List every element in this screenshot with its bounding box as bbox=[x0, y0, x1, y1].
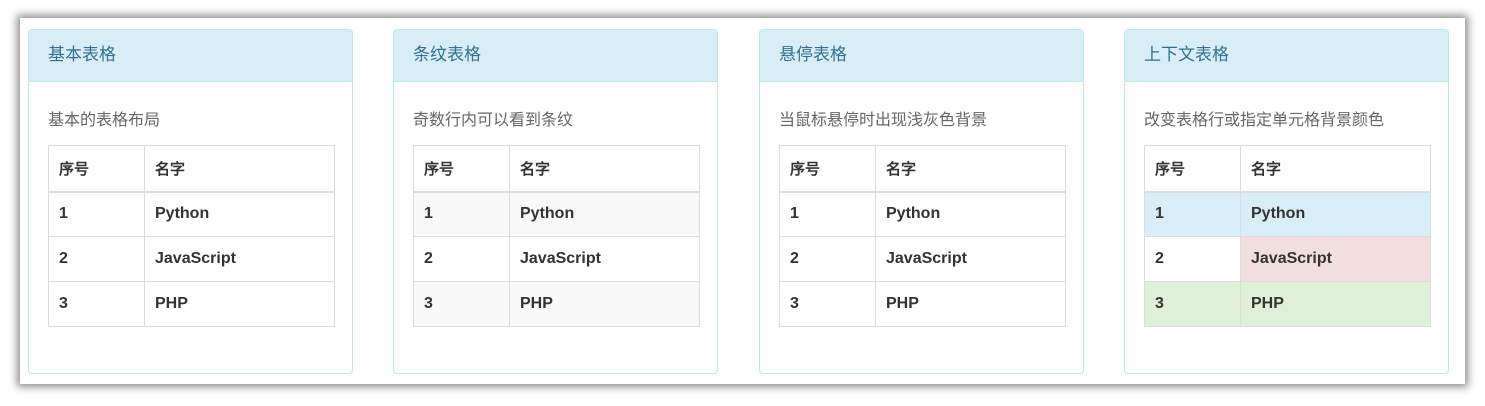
table-row[interactable]: 3 PHP bbox=[779, 281, 1066, 327]
cell-name: PHP bbox=[509, 281, 700, 327]
column-header-index: 序号 bbox=[413, 145, 510, 193]
data-table: 序号 名字 1 Python 2 JavaScript 3 PHP bbox=[48, 145, 335, 327]
cell-name: PHP bbox=[875, 281, 1066, 327]
column-header-index: 序号 bbox=[779, 145, 876, 193]
column-header-index: 序号 bbox=[1144, 145, 1241, 193]
column-header-name: 名字 bbox=[144, 145, 335, 193]
panel-title: 上下文表格 bbox=[1125, 30, 1448, 82]
cell-index: 2 bbox=[1144, 236, 1241, 282]
cell-index: 3 bbox=[48, 281, 145, 327]
table-header-row: 序号 名字 bbox=[413, 145, 700, 193]
table-header-row: 序号 名字 bbox=[1144, 145, 1431, 193]
cell-name-danger: JavaScript bbox=[1240, 236, 1431, 282]
column-header-name: 名字 bbox=[509, 145, 700, 193]
cell-index: 2 bbox=[779, 236, 876, 282]
cell-name: JavaScript bbox=[875, 236, 1066, 282]
panel-title: 条纹表格 bbox=[394, 30, 717, 82]
cell-name: JavaScript bbox=[509, 236, 700, 282]
cell-index: 1 bbox=[779, 191, 876, 237]
cell-index: 2 bbox=[48, 236, 145, 282]
table-row: 3 PHP bbox=[413, 281, 700, 327]
column-header-index: 序号 bbox=[48, 145, 145, 193]
panel-description: 基本的表格布局 bbox=[48, 110, 161, 129]
cell-index: 1 bbox=[413, 191, 510, 237]
panel-title: 基本表格 bbox=[29, 30, 352, 82]
cell-index: 2 bbox=[413, 236, 510, 282]
table-row: 2 JavaScript bbox=[413, 236, 700, 282]
panel-basic-table: 基本表格 基本的表格布局 序号 名字 1 Python 2 JavaScript… bbox=[28, 29, 353, 374]
table-row: 2 JavaScript bbox=[1144, 236, 1431, 282]
cell-name: Python bbox=[509, 191, 700, 237]
table-header-row: 序号 名字 bbox=[48, 145, 335, 193]
cell-name: Python bbox=[875, 191, 1066, 237]
table-row: 2 JavaScript bbox=[48, 236, 335, 282]
cell-index: 3 bbox=[413, 281, 510, 327]
table-row[interactable]: 1 Python bbox=[779, 191, 1066, 237]
cell-name: PHP bbox=[1240, 281, 1431, 327]
panel-description: 改变表格行或指定单元格背景颜色 bbox=[1144, 110, 1385, 129]
table-row-info: 1 Python bbox=[1144, 191, 1431, 237]
cell-name: PHP bbox=[144, 281, 335, 327]
panel-contextual-table: 上下文表格 改变表格行或指定单元格背景颜色 序号 名字 1 Python 2 J… bbox=[1124, 29, 1449, 374]
cell-index: 1 bbox=[48, 191, 145, 237]
table-row: 1 Python bbox=[413, 191, 700, 237]
table-header-row: 序号 名字 bbox=[779, 145, 1066, 193]
cell-name: Python bbox=[144, 191, 335, 237]
column-header-name: 名字 bbox=[875, 145, 1066, 193]
panel-description: 奇数行内可以看到条纹 bbox=[413, 110, 574, 129]
cell-index: 3 bbox=[1144, 281, 1241, 327]
cell-name: Python bbox=[1240, 191, 1431, 237]
cell-name: JavaScript bbox=[144, 236, 335, 282]
panel-title: 悬停表格 bbox=[760, 30, 1083, 82]
cell-index: 1 bbox=[1144, 191, 1241, 237]
cell-index: 3 bbox=[779, 281, 876, 327]
data-table: 序号 名字 1 Python 2 JavaScript 3 PHP bbox=[1144, 145, 1431, 327]
column-header-name: 名字 bbox=[1240, 145, 1431, 193]
panel-hover-table: 悬停表格 当鼠标悬停时出现浅灰色背景 序号 名字 1 Python 2 Java… bbox=[759, 29, 1084, 374]
table-row[interactable]: 2 JavaScript bbox=[779, 236, 1066, 282]
panel-description: 当鼠标悬停时出现浅灰色背景 bbox=[779, 110, 988, 129]
table-row: 1 Python bbox=[48, 191, 335, 237]
data-table: 序号 名字 1 Python 2 JavaScript 3 PHP bbox=[779, 145, 1066, 327]
window-frame: 基本表格 基本的表格布局 序号 名字 1 Python 2 JavaScript… bbox=[20, 18, 1465, 384]
panel-striped-table: 条纹表格 奇数行内可以看到条纹 序号 名字 1 Python 2 JavaScr… bbox=[393, 29, 718, 374]
table-row: 3 PHP bbox=[48, 281, 335, 327]
table-row-success: 3 PHP bbox=[1144, 281, 1431, 327]
data-table: 序号 名字 1 Python 2 JavaScript 3 PHP bbox=[413, 145, 700, 327]
